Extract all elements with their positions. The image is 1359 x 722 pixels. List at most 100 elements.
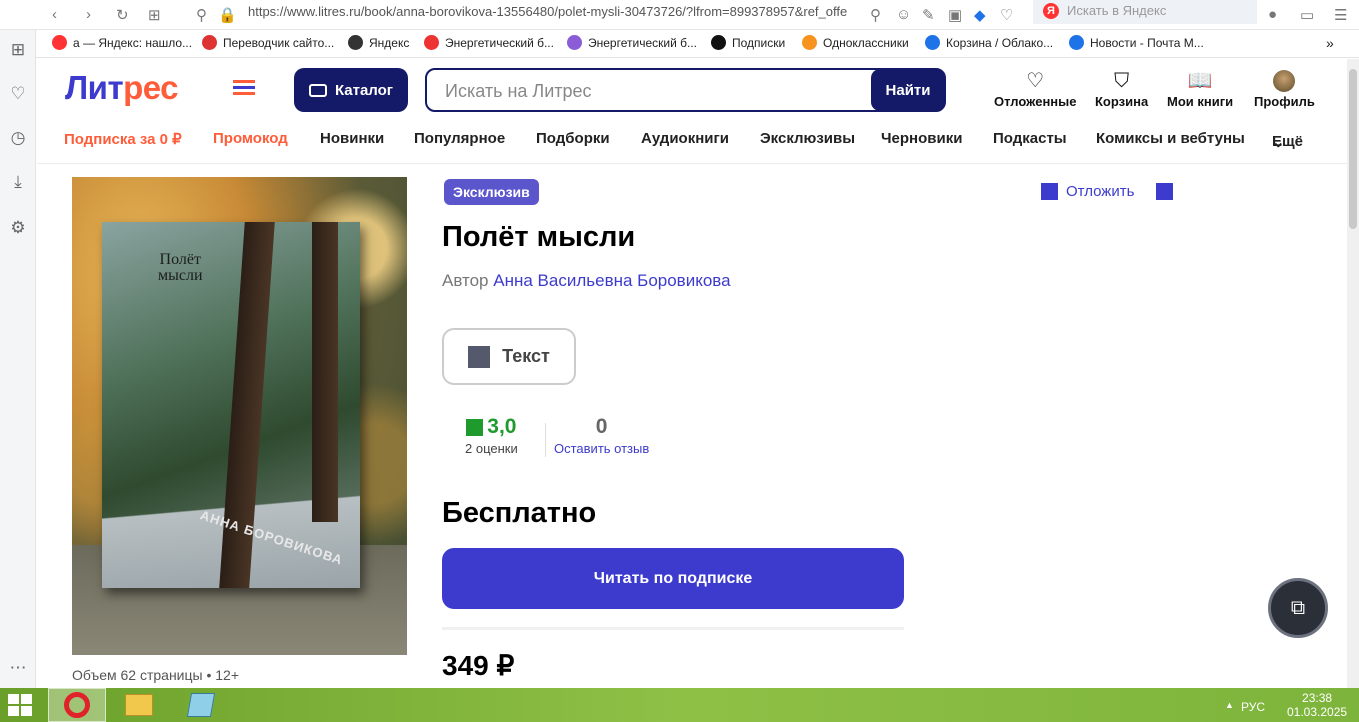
site-info-icon[interactable]: ⚲ bbox=[196, 6, 207, 24]
book-volume: Объем 62 страницы • 12+ bbox=[72, 667, 240, 683]
nav-collections[interactable]: Подборки bbox=[536, 130, 610, 147]
exclusive-badge: Эксклюзив bbox=[444, 179, 539, 205]
book-price: 349 ₽ bbox=[442, 650, 515, 681]
leave-review-link[interactable]: Оставить отзыв bbox=[554, 441, 649, 456]
cart-link[interactable]: ⛉ Корзина bbox=[1095, 70, 1148, 109]
bookmark-item[interactable]: Переводчик сайто... bbox=[202, 35, 334, 50]
format-text-button[interactable]: Текст bbox=[442, 328, 576, 385]
zoom-icon[interactable]: ⚲ bbox=[870, 6, 881, 24]
tray-arrow-icon[interactable]: ▲ bbox=[1225, 700, 1234, 710]
book-cover-image: Полёт мысли АННА БОРОВИКОВА bbox=[102, 222, 360, 588]
more-bookmarks-icon[interactable]: » bbox=[1326, 35, 1334, 51]
bookmark-item[interactable]: Энергетический б... bbox=[424, 35, 554, 50]
notepad-taskbar-icon[interactable] bbox=[172, 688, 230, 722]
text-format-icon bbox=[468, 345, 491, 368]
browser-sidebar: ⊞ ♡ ◷ ⤓ ⚙ ⋯ bbox=[0, 30, 36, 688]
favorites-icon[interactable]: ♡ bbox=[8, 84, 28, 104]
my-books-link[interactable]: 📖 Мои книги bbox=[1167, 70, 1233, 109]
bookmark-item[interactable]: Корзина / Облако... bbox=[925, 35, 1053, 50]
read-subscription-button[interactable]: Читать по подписке bbox=[442, 548, 904, 609]
rating-divider bbox=[545, 423, 546, 457]
bookmark-item[interactable]: Энергетический б... bbox=[567, 35, 697, 50]
bookmark-item[interactable]: Подписки bbox=[711, 35, 785, 50]
rating-block[interactable]: 3,0 2 оценки bbox=[465, 415, 518, 456]
nav-comics[interactable]: Комиксы и вебтуны bbox=[1096, 130, 1245, 147]
bookmark-icon bbox=[567, 35, 582, 50]
star-icon bbox=[466, 418, 484, 436]
battery-icon: ▭ bbox=[1300, 7, 1315, 24]
account-icon[interactable]: ● bbox=[1268, 6, 1277, 23]
bookmark-icon bbox=[711, 35, 726, 50]
bookmark-item[interactable]: Новости - Почта М... bbox=[1069, 35, 1204, 50]
browser-toolbar: ‹ › ↻ ⊞ ⚲ 🔒 https://www.litres.ru/book/a… bbox=[0, 0, 1359, 30]
lock-icon: 🔒 bbox=[218, 7, 237, 24]
bookmark-icon bbox=[424, 35, 439, 50]
profile-link[interactable]: Профиль bbox=[1254, 70, 1315, 109]
nav-new[interactable]: Новинки bbox=[320, 130, 384, 147]
bookmark-item[interactable]: а — Яндекс: нашло... bbox=[52, 35, 192, 50]
nav-audiobooks[interactable]: Аудиокниги bbox=[641, 130, 729, 147]
more-options-icon[interactable] bbox=[1156, 183, 1174, 200]
logo-lines-icon bbox=[233, 80, 255, 96]
bookmark-icon bbox=[52, 35, 67, 50]
bookmark-icon bbox=[1069, 35, 1084, 50]
windows-start-icon[interactable] bbox=[8, 694, 34, 716]
nav-divider bbox=[37, 163, 1347, 164]
price-divider bbox=[442, 627, 904, 630]
bookmark-icon bbox=[202, 35, 217, 50]
yandex-search-input[interactable]: Я Искать в Яндекс bbox=[1033, 0, 1257, 24]
heart-icon: ♡ bbox=[1026, 70, 1045, 92]
defer-button[interactable]: Отложить bbox=[1041, 183, 1174, 200]
screenshot-icon[interactable]: ▣ bbox=[948, 6, 962, 24]
book-icon: 📖 bbox=[1187, 70, 1213, 92]
cart-icon: ⛉ bbox=[1114, 70, 1130, 92]
catalog-icon bbox=[308, 83, 327, 97]
reload-icon[interactable]: ↻ bbox=[116, 6, 129, 24]
book-cover[interactable]: Полёт мысли АННА БОРОВИКОВА bbox=[72, 177, 407, 655]
windows-taskbar: ▲ РУС 23:38 01.03.2025 bbox=[0, 688, 1359, 722]
free-label: Бесплатно bbox=[442, 497, 597, 529]
nav-exclusives[interactable]: Эксклюзивы bbox=[760, 130, 855, 147]
chevron-down-icon: ⌄ bbox=[1272, 134, 1285, 151]
nav-promocode[interactable]: Промокод bbox=[213, 130, 288, 147]
page-scrollbar[interactable] bbox=[1347, 59, 1359, 688]
avatar bbox=[1273, 70, 1296, 92]
tabs-grid-icon[interactable]: ⊞ bbox=[148, 6, 161, 24]
bookmark-icon bbox=[348, 35, 363, 50]
bookmark-item[interactable]: Яндекс bbox=[348, 35, 409, 50]
litres-logo[interactable]: Литрес bbox=[65, 69, 179, 107]
nav-popular[interactable]: Популярное bbox=[414, 130, 505, 147]
explorer-taskbar-icon[interactable] bbox=[110, 688, 168, 722]
language-indicator[interactable]: РУС bbox=[1241, 700, 1265, 714]
age-rating: 12+ bbox=[215, 667, 240, 683]
nav-subscription[interactable]: Подписка за 0 ₽ bbox=[64, 130, 182, 148]
nav-podcasts[interactable]: Подкасты bbox=[993, 130, 1067, 147]
deferred-link[interactable]: ♡ Отложенные bbox=[994, 70, 1076, 109]
settings-gear-icon[interactable]: ⚙ bbox=[8, 218, 28, 238]
grid-icon[interactable]: ⊞ bbox=[8, 40, 28, 60]
bookmark-item[interactable]: Одноклассники bbox=[802, 35, 909, 50]
main-nav: Подписка за 0 ₽ Промокод Новинки Популяр… bbox=[64, 130, 1304, 151]
menu-icon[interactable]: ☰ bbox=[1334, 6, 1347, 24]
catalog-button[interactable]: Каталог bbox=[294, 68, 408, 112]
back-icon[interactable]: ‹ bbox=[52, 6, 57, 23]
opera-taskbar-icon[interactable] bbox=[48, 688, 106, 722]
clock[interactable]: 23:38 01.03.2025 bbox=[1287, 691, 1347, 719]
reader-icon[interactable]: ☺ bbox=[896, 6, 911, 23]
downloads-icon[interactable]: ⤓ bbox=[8, 172, 28, 192]
site-search-input[interactable]: Искать на Литрес Найти bbox=[425, 68, 946, 112]
chat-support-button[interactable]: ⧉ bbox=[1268, 578, 1328, 638]
book-author: Автор Анна Васильевна Боровикова bbox=[442, 271, 731, 290]
bookmark-heart-icon[interactable]: ♡ bbox=[1000, 6, 1013, 24]
edit-icon[interactable]: ✎ bbox=[922, 6, 935, 24]
address-bar[interactable]: https://www.litres.ru/book/anna-boroviko… bbox=[248, 3, 847, 21]
history-icon[interactable]: ◷ bbox=[8, 128, 28, 148]
more-icon[interactable]: ⋯ bbox=[8, 658, 28, 678]
shield-icon[interactable]: ◆ bbox=[974, 6, 986, 24]
forward-icon[interactable]: › bbox=[86, 6, 91, 23]
reviews-block[interactable]: 0 Оставить отзыв bbox=[554, 415, 649, 456]
nav-drafts[interactable]: Черновики bbox=[881, 130, 962, 147]
search-button[interactable]: Найти bbox=[871, 69, 945, 111]
author-link[interactable]: Анна Васильевна Боровикова bbox=[493, 271, 730, 290]
chat-icon: ⧉ bbox=[1290, 596, 1306, 619]
